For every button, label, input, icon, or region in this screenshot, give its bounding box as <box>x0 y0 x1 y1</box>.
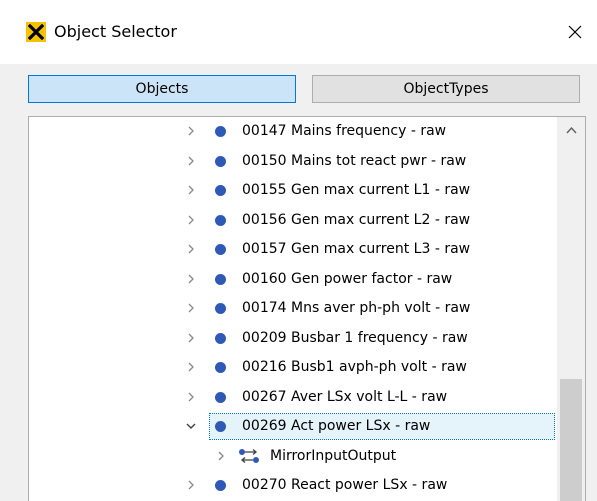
object-dot-icon <box>215 391 226 403</box>
object-dot-icon <box>215 421 226 432</box>
tree-row-label: 00147 Mains frequency - raw <box>242 123 447 139</box>
tree-row[interactable]: 00147 Mains frequency - raw <box>29 117 557 145</box>
tree-row[interactable]: 00270 React power LSx - raw <box>29 471 557 499</box>
chevron-right-icon[interactable] <box>185 332 197 344</box>
chevron-right-icon[interactable] <box>185 361 197 373</box>
chevron-right-icon[interactable] <box>185 479 197 491</box>
tab-object-types[interactable]: ObjectTypes <box>312 75 580 103</box>
tree-row[interactable]: 00209 Busbar 1 frequency - raw <box>29 324 557 352</box>
tree-row-label: 00270 React power LSx - raw <box>242 477 448 493</box>
vertical-scrollbar[interactable] <box>557 117 585 501</box>
tree-row-label: 00267 Aver LSx volt L-L - raw <box>242 388 448 405</box>
object-dot-icon <box>215 303 226 314</box>
tree-row[interactable]: 00160 Gen power factor - raw <box>29 265 557 293</box>
object-dot-icon <box>215 126 226 137</box>
chevron-right-icon[interactable] <box>185 302 197 314</box>
dialog-body: Objects ObjectTypes 00147 Mains frequenc… <box>0 64 597 501</box>
tree-row[interactable]: 00157 Gen max current L3 - raw <box>29 235 557 263</box>
app-logo-icon <box>26 22 46 42</box>
tree-row-label: MirrorInputOutput <box>270 447 397 464</box>
object-dot-icon <box>215 362 226 373</box>
tree-row-label: 00160 Gen power factor - raw <box>242 270 453 287</box>
tab-objects[interactable]: Objects <box>28 75 296 103</box>
tree-row-label: 00269 Act power LSx - raw <box>242 418 431 434</box>
tree-row-label: 00156 Gen max current L2 - raw <box>242 211 471 228</box>
tree-row[interactable]: 00155 Gen max current L1 - raw <box>29 176 557 204</box>
object-dot-icon <box>215 244 226 255</box>
object-dot-icon <box>215 185 226 196</box>
scroll-up-button[interactable] <box>557 117 585 143</box>
object-dot-icon <box>215 332 226 344</box>
chevron-right-icon[interactable] <box>185 125 197 137</box>
object-dot-icon <box>215 480 226 491</box>
title-bar: Object Selector <box>0 0 597 64</box>
chevron-right-icon[interactable] <box>185 184 197 196</box>
tree-child-row[interactable]: MirrorInputOutput <box>29 442 557 470</box>
tree-row-label: 00150 Mains tot react pwr - raw <box>242 152 467 169</box>
object-selector-window: Object Selector Objects ObjectTypes 0014… <box>0 0 597 501</box>
chevron-right-icon[interactable] <box>215 450 227 462</box>
tree-row-label: 00209 Busbar 1 frequency - raw <box>242 329 468 346</box>
chevron-right-icon[interactable] <box>185 273 197 285</box>
tree-row[interactable]: 00174 Mns aver ph-ph volt - raw <box>29 294 557 322</box>
chevron-right-icon[interactable] <box>185 391 197 403</box>
tree-row-label: 00157 Gen max current L3 - raw <box>242 241 471 257</box>
close-icon <box>568 25 582 39</box>
object-dot-icon <box>215 214 226 226</box>
tree-row[interactable]: 00267 Aver LSx volt L-L - raw <box>29 383 557 411</box>
chevron-right-icon[interactable] <box>185 214 197 226</box>
chevron-down-icon[interactable] <box>185 420 197 432</box>
window-title: Object Selector <box>54 22 177 41</box>
object-dot-icon <box>215 155 226 167</box>
tree-row[interactable]: 00216 Busb1 avph-ph volt - raw <box>29 353 557 381</box>
object-dot-icon <box>215 273 226 285</box>
tree-row-label: 00174 Mns aver ph-ph volt - raw <box>242 300 471 316</box>
chevron-right-icon[interactable] <box>185 155 197 167</box>
chevron-right-icon[interactable] <box>185 243 197 255</box>
object-tree[interactable]: 00147 Mains frequency - raw 00150 Mains t… <box>28 116 586 501</box>
close-button[interactable] <box>563 20 587 44</box>
tree-row[interactable]: 00156 Gen max current L2 - raw <box>29 206 557 234</box>
mirror-io-icon <box>238 448 260 464</box>
tree-row[interactable]: 00269 Act power LSx - raw <box>29 412 557 440</box>
scroll-thumb[interactable] <box>560 379 582 501</box>
tree-row-label: 00155 Gen max current L1 - raw <box>242 182 471 198</box>
tree-row-label: 00216 Busb1 avph-ph volt - raw <box>242 359 467 375</box>
chevron-up-icon <box>565 126 577 134</box>
tree-row[interactable]: 00150 Mains tot react pwr - raw <box>29 147 557 175</box>
